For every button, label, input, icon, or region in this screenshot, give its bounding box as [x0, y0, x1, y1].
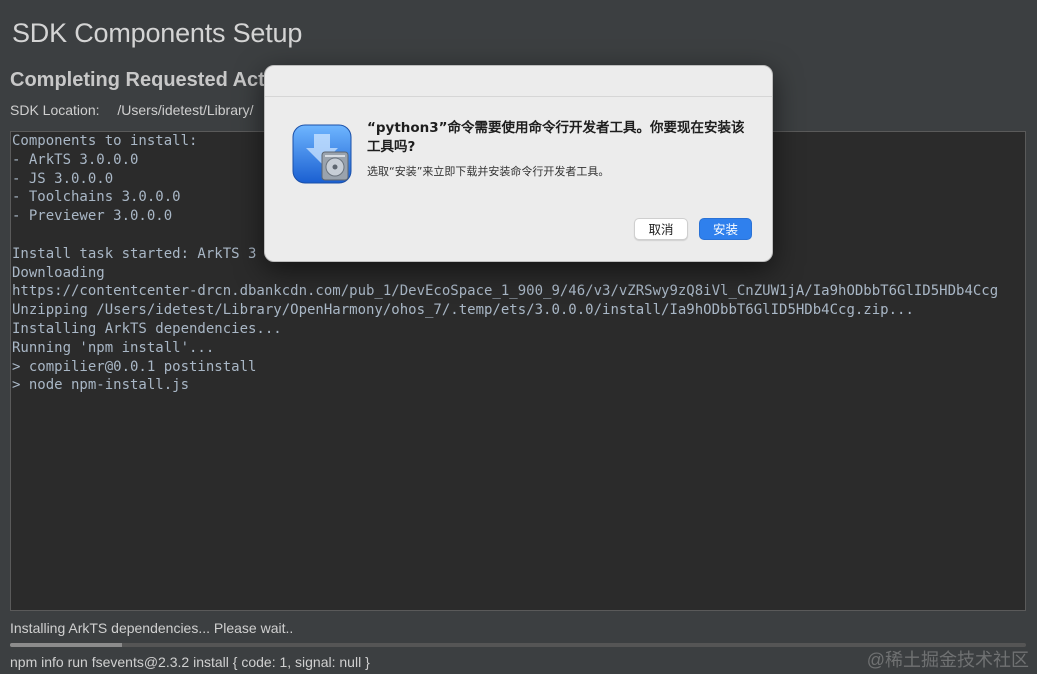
log-line: > compilier@0.0.1 postinstall	[12, 358, 257, 375]
progress-fill	[10, 643, 122, 647]
cancel-button[interactable]: 取消	[634, 218, 688, 240]
dialog-divider	[265, 96, 772, 97]
dialog-info-text: 选取“安装”来立即下载并安装命令行开发者工具。	[367, 165, 610, 178]
section-title: Completing Requested Act	[10, 69, 265, 91]
watermark: @稀土掘金技术社区	[866, 650, 1029, 670]
log-line: Downloading	[12, 264, 105, 281]
window-title: SDK Components Setup	[12, 18, 303, 48]
sdk-location-row: SDK Location: /Users/idetest/Library/	[10, 102, 254, 118]
npm-info-text: npm info run fsevents@2.3.2 install { co…	[10, 654, 370, 670]
log-line: Installing ArkTS dependencies...	[12, 320, 282, 337]
log-line: https://contentcenter-drcn.dbankcdn.com/…	[12, 283, 999, 300]
dialog-message: “python3”命令需要使用命令行开发者工具。你要现在安装该工具吗?	[367, 120, 745, 155]
sdk-location-path: /Users/idetest/Library/	[117, 102, 254, 118]
sdk-location-label: SDK Location:	[10, 102, 100, 118]
log-line: > node npm-install.js	[12, 377, 190, 394]
log-line: Unzipping /Users/idetest/Library/OpenHar…	[12, 302, 914, 319]
install-button[interactable]: 安装	[699, 218, 752, 240]
install-tools-dialog: “python3”命令需要使用命令行开发者工具。你要现在安装该工具吗? 选取“安…	[264, 65, 773, 262]
log-line: Running 'npm install'...	[12, 339, 215, 356]
status-text: Installing ArkTS dependencies... Please …	[10, 620, 294, 636]
xcode-installer-icon	[292, 124, 352, 184]
